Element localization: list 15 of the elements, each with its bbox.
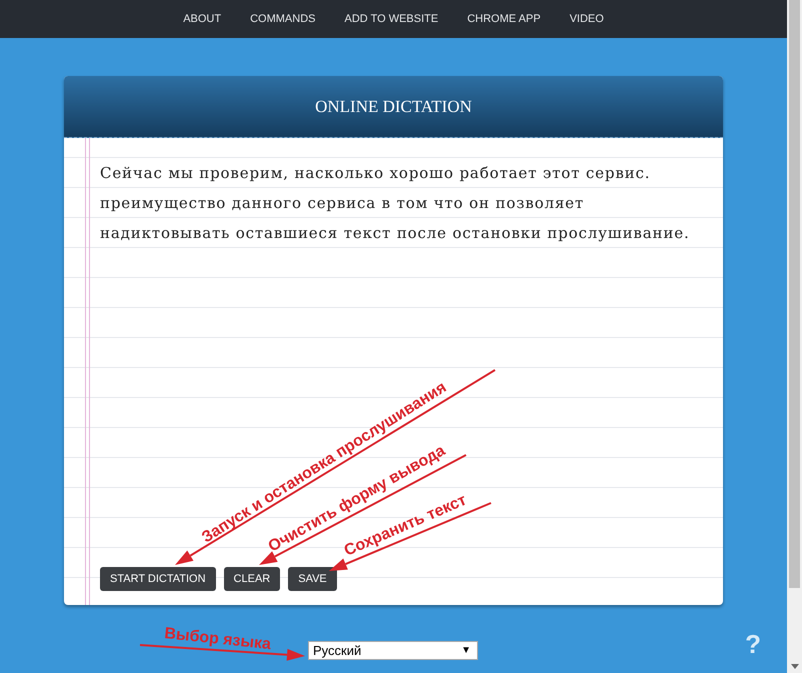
scroll-down-icon[interactable] <box>790 664 798 669</box>
dictated-text: Сейчас мы проверим, насколько хорошо работает этот сервис. преимущество данного сервиса в том что он позволяет надиктовывать оставшиеся текст после остановки прослушивание. <box>100 163 691 244</box>
card-title: ONLINE DICTATION <box>315 96 472 116</box>
annotation-callout: Выбор языка <box>140 625 305 661</box>
nav-link[interactable]: ABOUT <box>183 13 222 25</box>
nav-link[interactable]: COMMANDS <box>250 13 316 25</box>
language-select[interactable]: Русский ▼ <box>308 641 478 660</box>
nav-link[interactable]: CHROME APP <box>467 13 541 25</box>
nav-link[interactable]: VIDEO <box>570 13 604 25</box>
action-button[interactable]: CLEAR <box>224 567 280 591</box>
nav-link[interactable]: ADD TO WEBSITE <box>344 13 438 25</box>
action-button[interactable]: START DICTATION <box>100 567 216 591</box>
scrollbar[interactable] <box>787 0 802 673</box>
action-button[interactable]: SAVE <box>288 567 337 591</box>
scrollbar-thumb[interactable] <box>789 0 800 588</box>
